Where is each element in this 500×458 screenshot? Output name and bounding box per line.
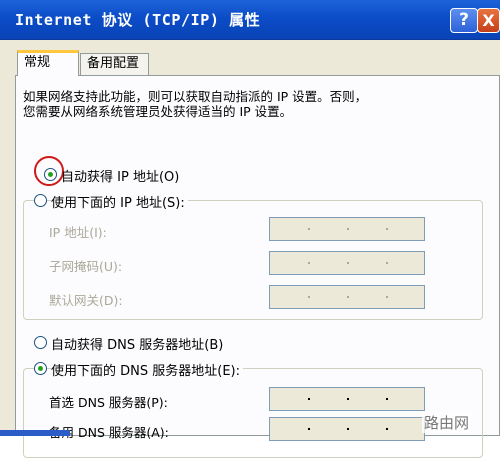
ip-address-field[interactable] — [269, 217, 425, 241]
default-gateway-field[interactable] — [269, 285, 425, 309]
manual-ip-label[interactable]: 使用下面的 IP 地址(S): — [51, 192, 188, 211]
tab-alternate-config[interactable]: 备用配置 — [80, 53, 149, 75]
auto-ip-radio[interactable] — [44, 168, 57, 181]
subnet-mask-field[interactable] — [269, 251, 425, 275]
description-text: 如果网络支持此功能，则可以获取自动指派的 IP 设置。否则， 您需要从网络系统管… — [23, 89, 368, 119]
tab-panel-general: 如果网络支持此功能，则可以获取自动指派的 IP 设置。否则， 您需要从网络系统管… — [15, 75, 500, 458]
preferred-dns-field[interactable] — [269, 387, 425, 411]
auto-ip-label[interactable]: 自动获得 IP 地址(O) — [61, 166, 179, 185]
preferred-dns-label: 首选 DNS 服务器(P): — [49, 395, 168, 410]
alternate-dns-field[interactable] — [269, 417, 425, 441]
tab-general[interactable]: 常规 — [17, 50, 79, 76]
manual-dns-label[interactable]: 使用下面的 DNS 服务器地址(E): — [51, 360, 243, 379]
dialog-body: 常规 备用配置 如果网络支持此功能，则可以获取自动指派的 IP 设置。否则， 您… — [0, 40, 500, 458]
manual-dns-group — [23, 368, 483, 458]
auto-dns-label[interactable]: 自动获得 DNS 服务器地址(B) — [51, 334, 223, 353]
close-button[interactable]: X — [477, 8, 500, 33]
window-title: Internet 协议 (TCP/IP) 属性 — [15, 11, 261, 29]
help-button[interactable]: ? — [450, 8, 478, 33]
auto-dns-radio[interactable] — [34, 336, 47, 349]
manual-dns-radio[interactable] — [34, 362, 47, 375]
subnet-mask-label: 子网掩码(U): — [49, 259, 123, 274]
manual-ip-radio[interactable] — [34, 194, 47, 207]
title-bar[interactable]: Internet 协议 (TCP/IP) 属性 ? X — [0, 0, 500, 40]
taskbar-edge — [0, 430, 70, 436]
default-gateway-label: 默认网关(D): — [49, 293, 123, 308]
ip-address-label: IP 地址(I): — [49, 225, 107, 240]
watermark-text: 路由网 — [422, 412, 472, 433]
